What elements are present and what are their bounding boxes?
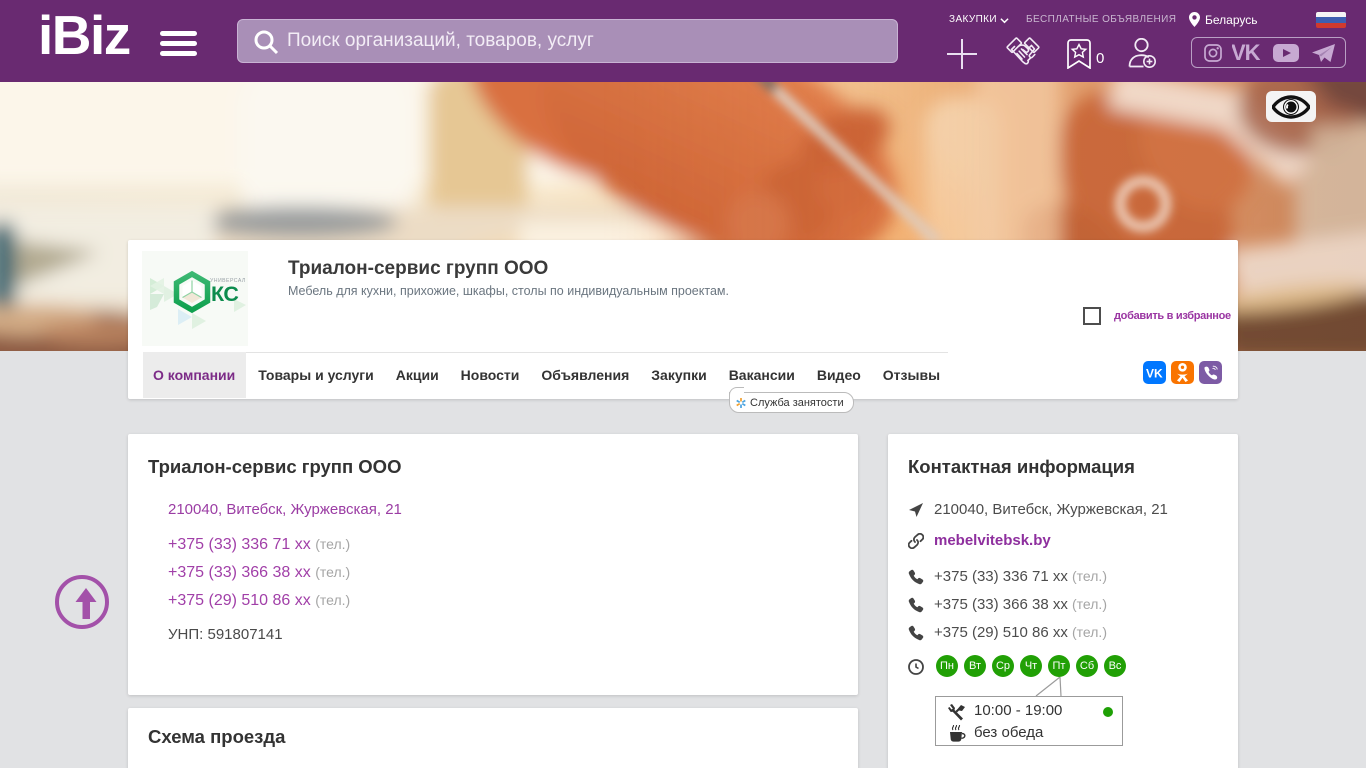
svg-text:КС: КС xyxy=(211,282,238,306)
svg-text:VK: VK xyxy=(1146,368,1163,378)
svg-text:VK: VK xyxy=(1232,43,1261,62)
